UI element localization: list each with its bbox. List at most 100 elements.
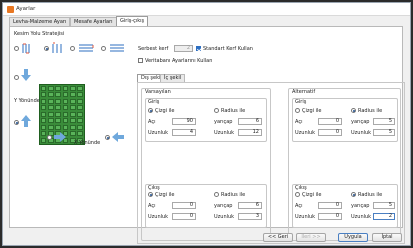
alt-exit-radius-radio[interactable] — [351, 192, 356, 197]
zigzag-horizontal-icon — [79, 44, 94, 52]
preview-part — [77, 98, 83, 104]
alt-entry-radius-label: Radius ile — [358, 108, 383, 114]
app-icon — [7, 6, 14, 13]
alt-entry-radius-radio[interactable] — [351, 108, 356, 113]
alt-entry-radius-input[interactable]: 5 — [373, 118, 395, 125]
default-entry-angle-input[interactable]: 90 — [172, 118, 196, 125]
preview-part — [77, 105, 83, 111]
tab-sheet-material[interactable]: Levha-Malzeme Ayarı — [9, 17, 71, 26]
alt-exit-length2-input[interactable]: 2 — [373, 213, 395, 220]
alt-exit-line-radio[interactable] — [295, 192, 300, 197]
alt-entry-length-label: Uzunluk — [295, 130, 316, 136]
alt-exit-length-label: Uzunluk — [295, 214, 316, 220]
default-entry-radius-input[interactable]: 6 — [238, 118, 262, 125]
strategy-label: Kesim Yolu Stratejisi — [14, 31, 65, 37]
y-direction-label: Y Yönünde — [14, 98, 40, 104]
y-down-radio[interactable] — [14, 75, 19, 80]
preview-part — [77, 111, 83, 117]
preview-part — [40, 105, 47, 111]
default-entry-line-radio[interactable] — [148, 108, 153, 113]
alt-exit-angle-label: Açı — [295, 203, 303, 209]
preview-part — [55, 118, 61, 124]
strategy-radio-2[interactable] — [44, 46, 49, 51]
preview-part — [55, 105, 61, 111]
zigzag-vertical-icon — [22, 43, 30, 54]
db-settings-checkbox[interactable] — [138, 58, 143, 63]
preview-part — [77, 124, 83, 130]
default-entry-length-input[interactable]: 4 — [172, 129, 196, 136]
preview-part — [77, 131, 83, 137]
alt-exit-angle-input[interactable]: 0 — [318, 202, 342, 209]
default-exit-length2-input[interactable]: 3 — [238, 213, 262, 220]
alt-entry-line-label: Çizgi ile — [302, 108, 322, 114]
alt-exit-title: Çıkış — [295, 185, 307, 191]
x-right-radio[interactable] — [47, 135, 52, 140]
tab-distance[interactable]: Mesafe Ayarları — [70, 17, 117, 26]
arrow-up-icon — [21, 115, 31, 127]
default-entry-angle-label: Açı — [148, 119, 156, 125]
default-entry-length-label: Uzunluk — [148, 130, 169, 136]
preview-part — [47, 124, 54, 130]
alt-entry-line-radio[interactable] — [295, 108, 300, 113]
alt-exit-radius-field-label: yarıçap — [351, 203, 370, 209]
preview-part — [69, 92, 76, 98]
default-exit-angle-input[interactable]: 0 — [172, 202, 196, 209]
cancel-button[interactable]: İptal — [372, 233, 402, 242]
preview-part — [69, 124, 76, 130]
alt-entry-angle-input[interactable]: 0 — [318, 118, 342, 125]
default-entry-length2-input[interactable]: 12 — [238, 129, 262, 136]
alt-entry-length2-input[interactable]: 5 — [373, 129, 395, 136]
preview-part — [47, 85, 54, 91]
shape-panel: Varsayılan Giriş Çizgi ile Radius ile Aç… — [137, 82, 405, 244]
apply-button[interactable]: Uygula — [338, 233, 368, 242]
preview-part — [55, 85, 61, 91]
y-up-radio[interactable] — [14, 120, 19, 125]
back-button[interactable]: << Geri — [263, 233, 293, 242]
tab-inner-shape[interactable]: İç şekil — [160, 74, 186, 82]
default-exit-line-radio[interactable] — [148, 192, 153, 197]
preview-part — [40, 137, 47, 143]
preview-part — [77, 85, 83, 91]
preview-part — [55, 124, 61, 130]
window-title: Ayarlar — [16, 6, 36, 12]
default-entry-title: Giriş — [148, 99, 160, 105]
x-left-radio[interactable] — [105, 135, 110, 140]
preview-part — [40, 131, 47, 137]
horizontal-lines-icon — [110, 44, 124, 52]
alt-exit-line-label: Çizgi ile — [302, 192, 322, 198]
kerf-label: Serbest kerf — [138, 46, 169, 52]
preview-part — [40, 111, 47, 117]
preview-part — [40, 92, 47, 98]
default-exit-radius-input[interactable]: 6 — [238, 202, 262, 209]
alt-entry-length-input[interactable]: 0 — [318, 129, 342, 136]
default-exit-radius-field-label: yarıçap — [214, 203, 233, 209]
tab-lead-in-out[interactable]: Giriş-çıkış — [116, 16, 149, 26]
preview-part — [62, 105, 69, 111]
kerf-input[interactable]: 2 — [174, 45, 193, 52]
strategy-radio-3[interactable] — [70, 46, 75, 51]
strategy-radio-1[interactable] — [14, 46, 19, 51]
alt-exit-length-input[interactable]: 0 — [318, 213, 342, 220]
standard-kerf-label: Standart Kerf Kullan — [203, 46, 253, 52]
default-entry-radius-field-label: yarıçap — [214, 119, 233, 125]
default-exit-radius-radio[interactable] — [214, 192, 219, 197]
default-exit-length-input[interactable]: 0 — [172, 213, 196, 220]
default-exit-line-label: Çizgi ile — [155, 192, 175, 198]
standard-kerf-checkbox[interactable] — [196, 46, 201, 51]
alt-entry-length2-label: Uzunluk — [351, 130, 372, 136]
preview-part — [47, 105, 54, 111]
alt-entry-radius-field-label: yarıçap — [351, 119, 370, 125]
strategy-radio-4[interactable] — [101, 46, 106, 51]
preview-part — [77, 118, 83, 124]
alt-exit-radius-input[interactable]: 5 — [373, 202, 395, 209]
next-button[interactable]: İleri >> — [296, 233, 326, 242]
preview-part — [62, 98, 69, 104]
tab-panel: Kesim Yolu Stratejisi Y Yönünde X Yönünd… — [9, 26, 405, 244]
preview-part — [62, 92, 69, 98]
default-entry-radius-radio[interactable] — [214, 108, 219, 113]
preview-part — [69, 105, 76, 111]
alternative-group-title: Alternatif — [291, 89, 317, 95]
preview-part — [47, 92, 54, 98]
x-direction-label: X Yönünde — [74, 140, 101, 146]
alt-entry-angle-label: Açı — [295, 119, 303, 125]
